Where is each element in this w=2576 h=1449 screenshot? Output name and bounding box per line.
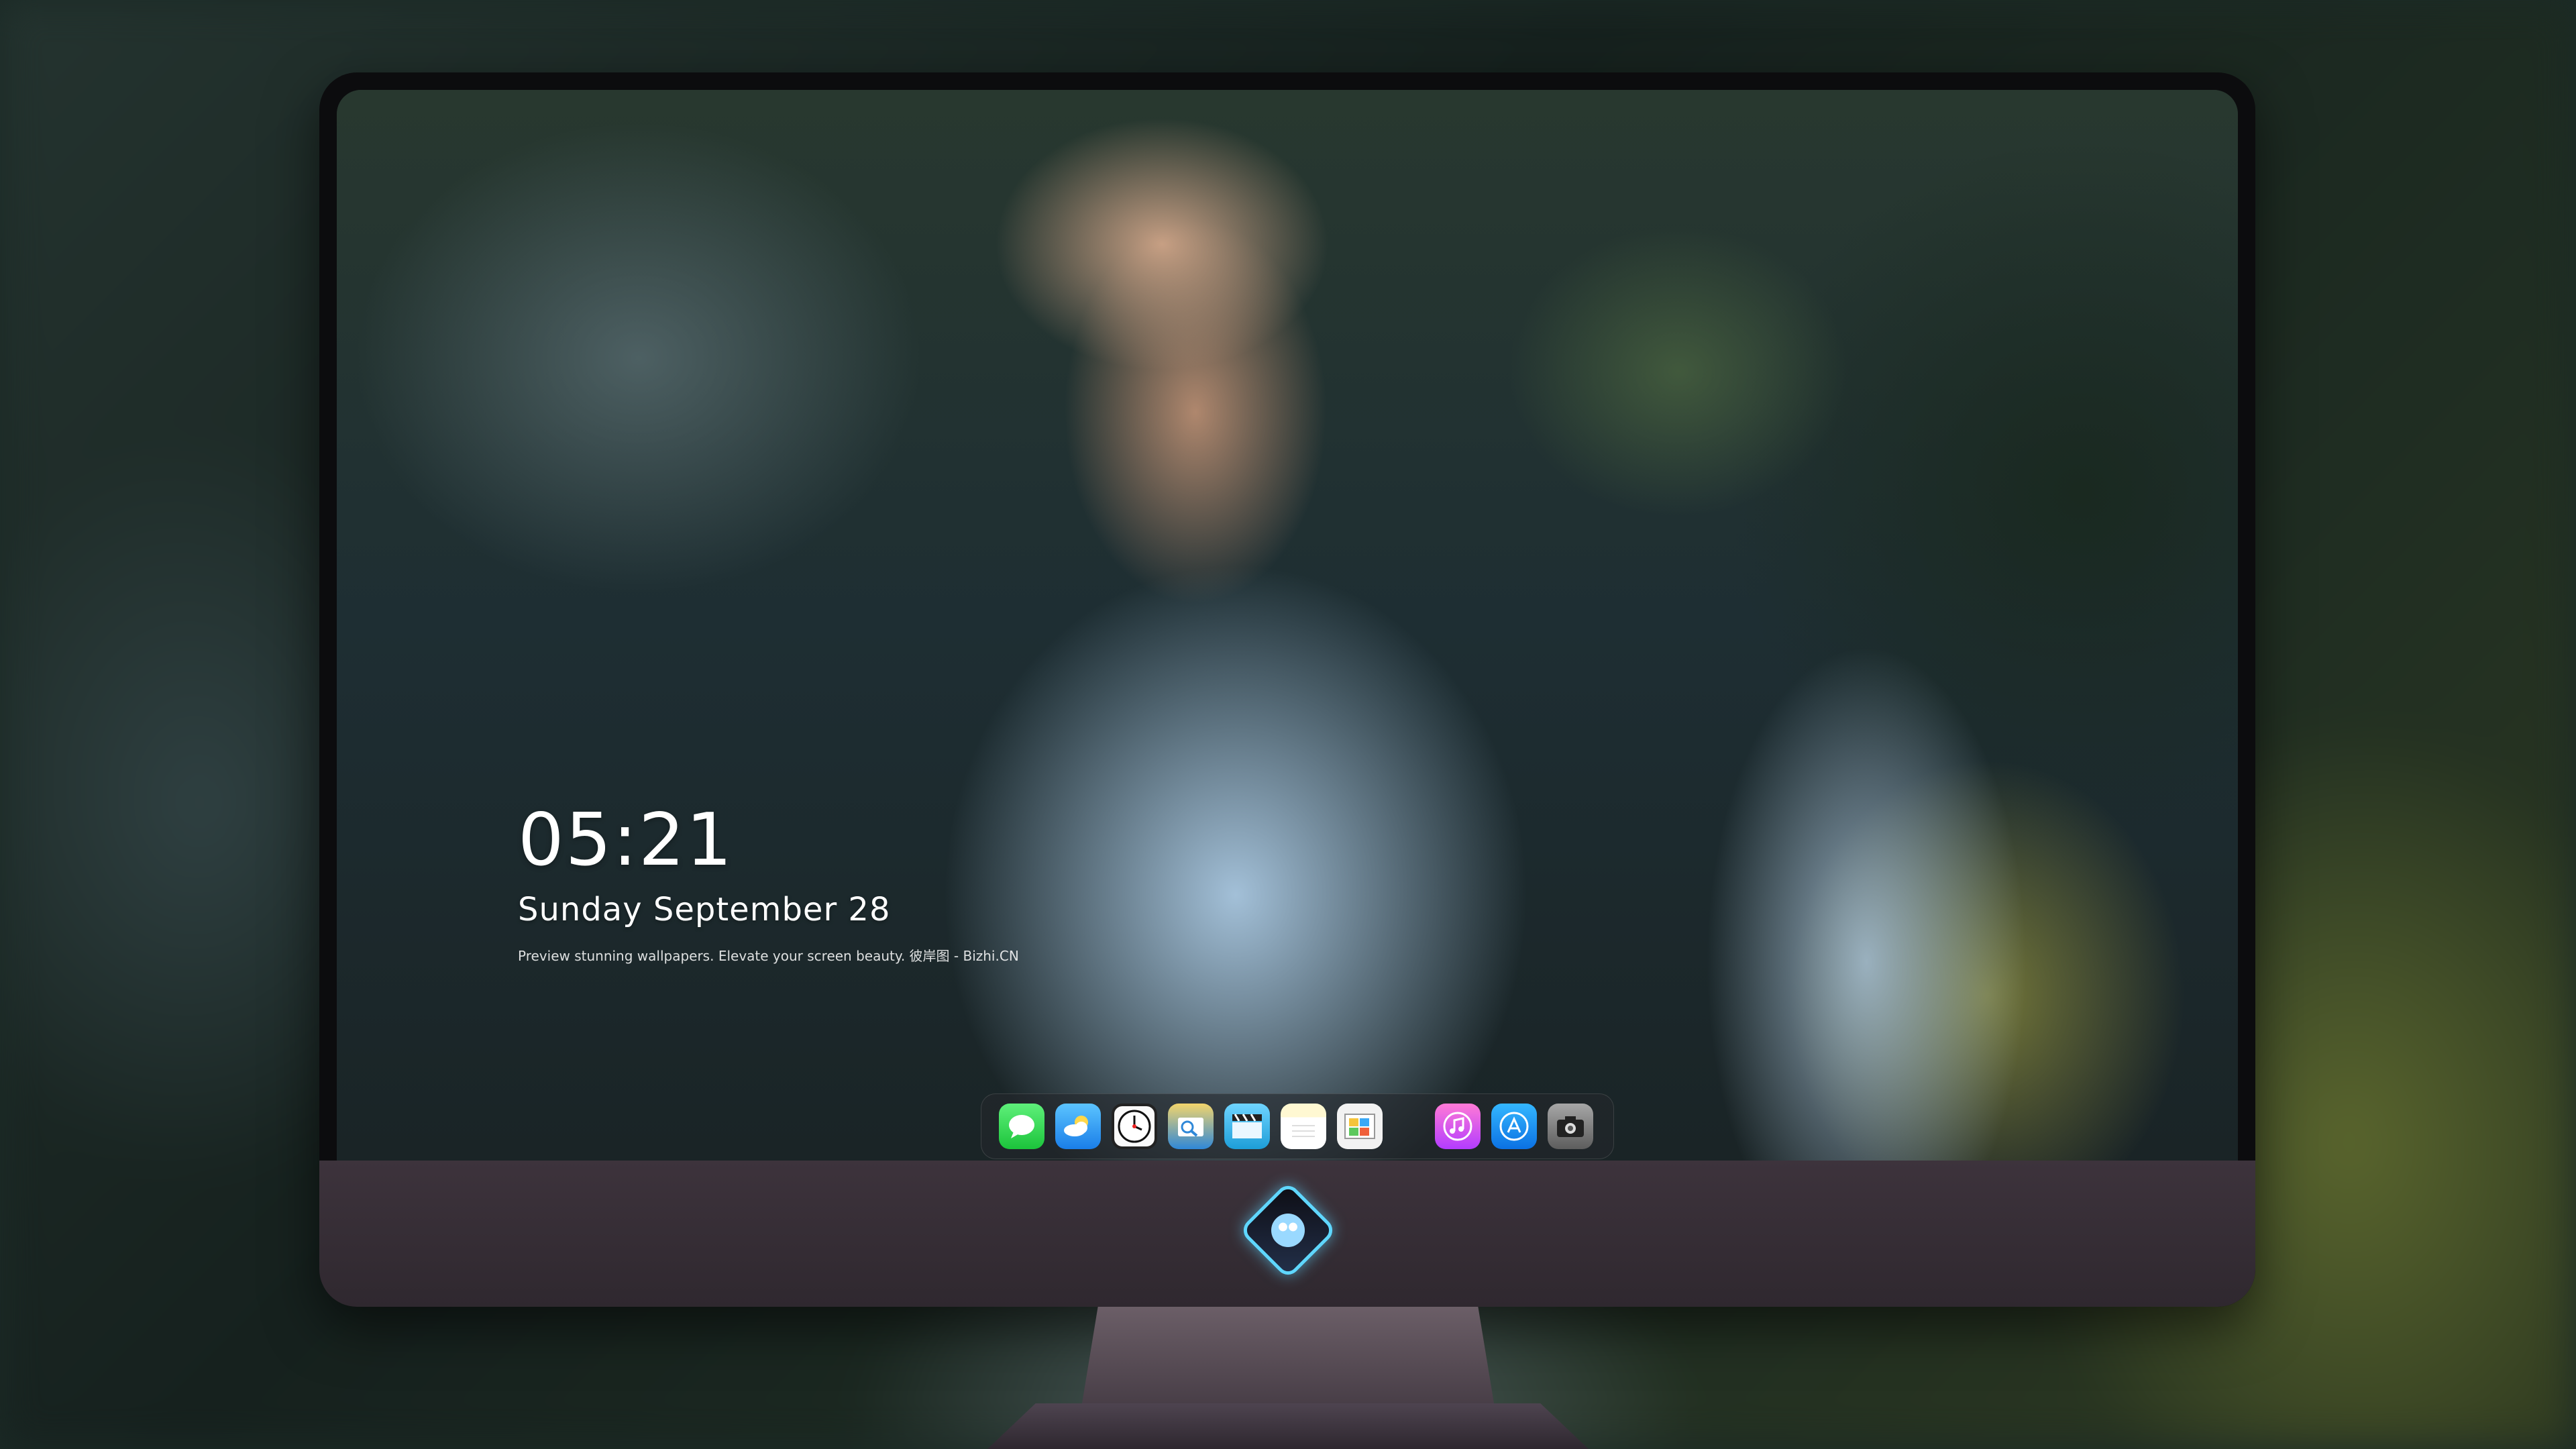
preview-icon[interactable] <box>1168 1104 1214 1149</box>
date-label: Sunday September 28 <box>518 891 891 928</box>
wallpaper <box>337 90 2238 1161</box>
monitor-stand-base <box>987 1403 1589 1449</box>
clips-icon[interactable] <box>1224 1104 1270 1149</box>
lock-info: 05:21 Sunday September 28 Preview stunni… <box>518 801 1019 965</box>
logo-mascot-face <box>1271 1214 1305 1247</box>
dock <box>981 1093 1614 1159</box>
monitor-stand-neck <box>1081 1307 1495 1407</box>
camera-icon[interactable] <box>1548 1104 1593 1149</box>
wallpaper-caption: Preview stunning wallpapers. Elevate you… <box>518 948 1019 964</box>
weather-icon[interactable] <box>1055 1104 1101 1149</box>
clock-time: 05:21 <box>518 798 734 882</box>
lock-screen[interactable]: 05:21 Sunday September 28 Preview stunni… <box>337 90 2238 1161</box>
brand-logo-icon <box>1238 1181 1338 1280</box>
monitor-chin <box>319 1161 2255 1307</box>
app-store-icon[interactable] <box>1491 1104 1537 1149</box>
photos-icon[interactable] <box>1337 1104 1383 1149</box>
music-icon[interactable] <box>1435 1104 1481 1149</box>
notes-icon[interactable] <box>1281 1104 1326 1149</box>
clock-icon[interactable] <box>1112 1104 1157 1149</box>
messages-icon[interactable] <box>999 1104 1044 1149</box>
monitor: 05:21 Sunday September 28 Preview stunni… <box>319 72 2255 1307</box>
